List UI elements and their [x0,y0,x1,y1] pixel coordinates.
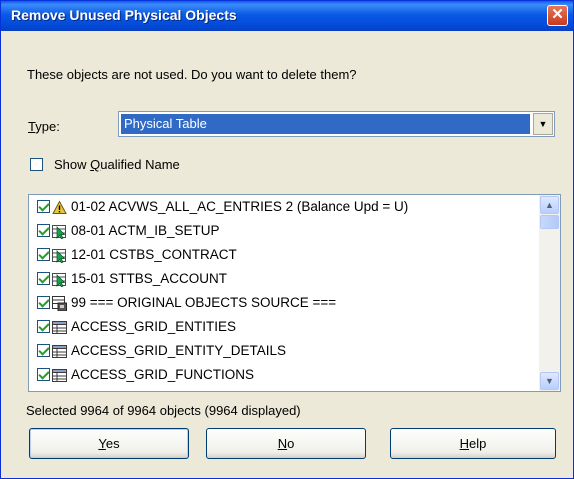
green-cursor-table-icon [52,271,67,288]
green-cursor-table-icon [52,247,67,264]
item-checkbox[interactable] [37,200,50,213]
yes-button[interactable]: Yes [29,428,189,459]
scroll-up-icon[interactable]: ▲ [540,196,559,214]
item-checkbox[interactable] [37,296,50,309]
list-item[interactable]: ACCESS_GRID_ENTITIES [29,315,529,339]
item-label: 99 === ORIGINAL OBJECTS SOURCE === [71,295,337,310]
item-checkbox[interactable] [37,344,50,357]
dropdown-arrow-icon[interactable]: ▼ [533,113,553,135]
show-qualified-name-checkbox[interactable] [30,158,43,172]
list-scrollbar[interactable]: ▲ ▼ [539,195,560,391]
type-select[interactable]: Physical Table ▼ [118,111,555,137]
item-label: ACCESS_GRID_ENTITIES [71,319,237,334]
show-qualified-name-label: Show Qualified Name [54,157,180,172]
dialog-title: Remove Unused Physical Objects [11,7,237,23]
list-item[interactable]: ACCESS_GRID_ENTITY_DETAILS [29,339,529,363]
item-label: 12-01 CSTBS_CONTRACT [71,247,237,262]
help-button[interactable]: Help [390,428,556,459]
item-label: 15-01 STTBS_ACCOUNT [71,271,228,286]
stored-source-icon [52,295,67,312]
green-cursor-table-icon [52,223,67,240]
item-label: 08-01 ACTM_IB_SETUP [71,223,220,238]
item-checkbox[interactable] [37,248,50,261]
close-button[interactable]: ✕ [547,5,568,26]
item-label: ACCESS_GRID_ENTITY_DETAILS [71,343,287,358]
prompt-text: These objects are not used. Do you want … [27,67,357,82]
item-checkbox[interactable] [37,368,50,381]
no-button[interactable]: No [206,428,366,459]
item-checkbox[interactable] [37,320,50,333]
item-label: ACCESS_GRID_FUNCTIONS [71,367,255,382]
table-icon [52,319,67,334]
scroll-thumb[interactable] [540,215,559,229]
close-icon: ✕ [551,6,564,23]
table-icon [52,367,67,382]
type-select-value: Physical Table [121,114,530,134]
list-item[interactable]: 15-01 STTBS_ACCOUNT [29,267,529,291]
list-item[interactable]: 12-01 CSTBS_CONTRACT [29,243,529,267]
list-item[interactable]: 99 === ORIGINAL OBJECTS SOURCE === [29,291,529,315]
title-bar[interactable]: Remove Unused Physical Objects ✕ [1,1,573,31]
list-item[interactable]: 01-02 ACVWS_ALL_AC_ENTRIES 2 (Balance Up… [29,195,529,219]
item-checkbox[interactable] [37,224,50,237]
item-checkbox[interactable] [37,272,50,285]
list-item[interactable]: ACCESS_GRID_FUNCTIONS [29,363,529,387]
show-qualified-name-option[interactable]: Show Qualified Name [30,156,180,174]
scroll-down-icon[interactable]: ▼ [540,372,559,390]
objects-list[interactable]: 01-02 ACVWS_ALL_AC_ENTRIES 2 (Balance Up… [28,194,561,392]
table-icon [52,343,67,358]
list-item[interactable]: 08-01 ACTM_IB_SETUP [29,219,529,243]
type-label: Type: [28,119,60,134]
item-label: 01-02 ACVWS_ALL_AC_ENTRIES 2 (Balance Up… [71,199,409,214]
warning-icon [52,199,67,214]
dialog-window: Remove Unused Physical Objects ✕ These o… [0,0,574,479]
status-text: Selected 9964 of 9964 objects (9964 disp… [26,403,301,418]
